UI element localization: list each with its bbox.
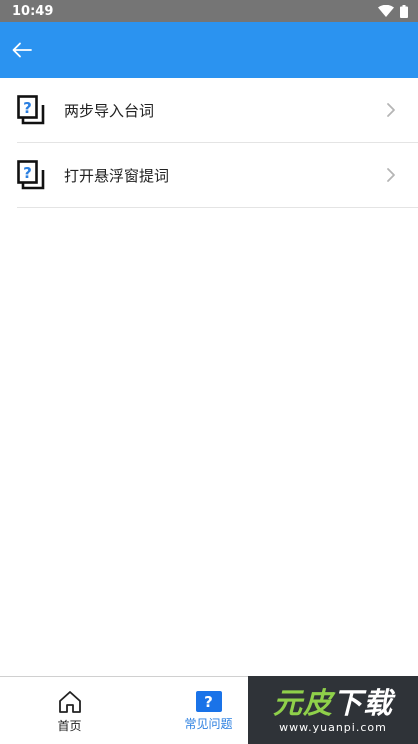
list-item-import-lines[interactable]: ? 两步导入台词 xyxy=(17,78,418,143)
watermark-title-part2: 下载 xyxy=(333,685,394,720)
arrow-left-icon xyxy=(12,42,32,58)
list-item-label: 打开悬浮窗提词 xyxy=(64,166,170,185)
status-icons xyxy=(378,4,408,18)
help-document-icon: ? xyxy=(17,95,45,125)
battery-icon xyxy=(400,4,408,18)
svg-text:?: ? xyxy=(23,99,32,117)
wifi-icon xyxy=(378,5,394,17)
watermark-title-part1: 元皮 xyxy=(272,685,333,720)
watermark-title: 元皮下载 xyxy=(273,687,393,719)
help-list: ? 两步导入台词 ? 打开悬浮窗提词 xyxy=(0,78,418,208)
watermark-logo: 元皮下载 www.yuanpi.com xyxy=(248,676,418,744)
svg-text:?: ? xyxy=(23,164,32,182)
chevron-right-icon xyxy=(387,168,395,182)
help-document-icon: ? xyxy=(17,160,45,190)
status-time: 10:49 xyxy=(12,3,54,19)
nav-label-home: 首页 xyxy=(57,718,82,733)
list-item-label: 两步导入台词 xyxy=(64,101,155,120)
watermark-url: www.yuanpi.com xyxy=(279,720,387,734)
nav-label-faq: 常见问题 xyxy=(184,717,233,731)
home-icon xyxy=(58,690,81,713)
back-button[interactable] xyxy=(10,38,34,62)
app-bar xyxy=(0,22,418,78)
question-icon: ? xyxy=(195,691,222,712)
list-item-floating-prompter[interactable]: ? 打开悬浮窗提词 xyxy=(17,143,418,208)
nav-item-home[interactable]: 首页 xyxy=(0,677,139,744)
status-bar: 10:49 xyxy=(0,0,418,22)
chevron-right-icon xyxy=(387,103,395,117)
